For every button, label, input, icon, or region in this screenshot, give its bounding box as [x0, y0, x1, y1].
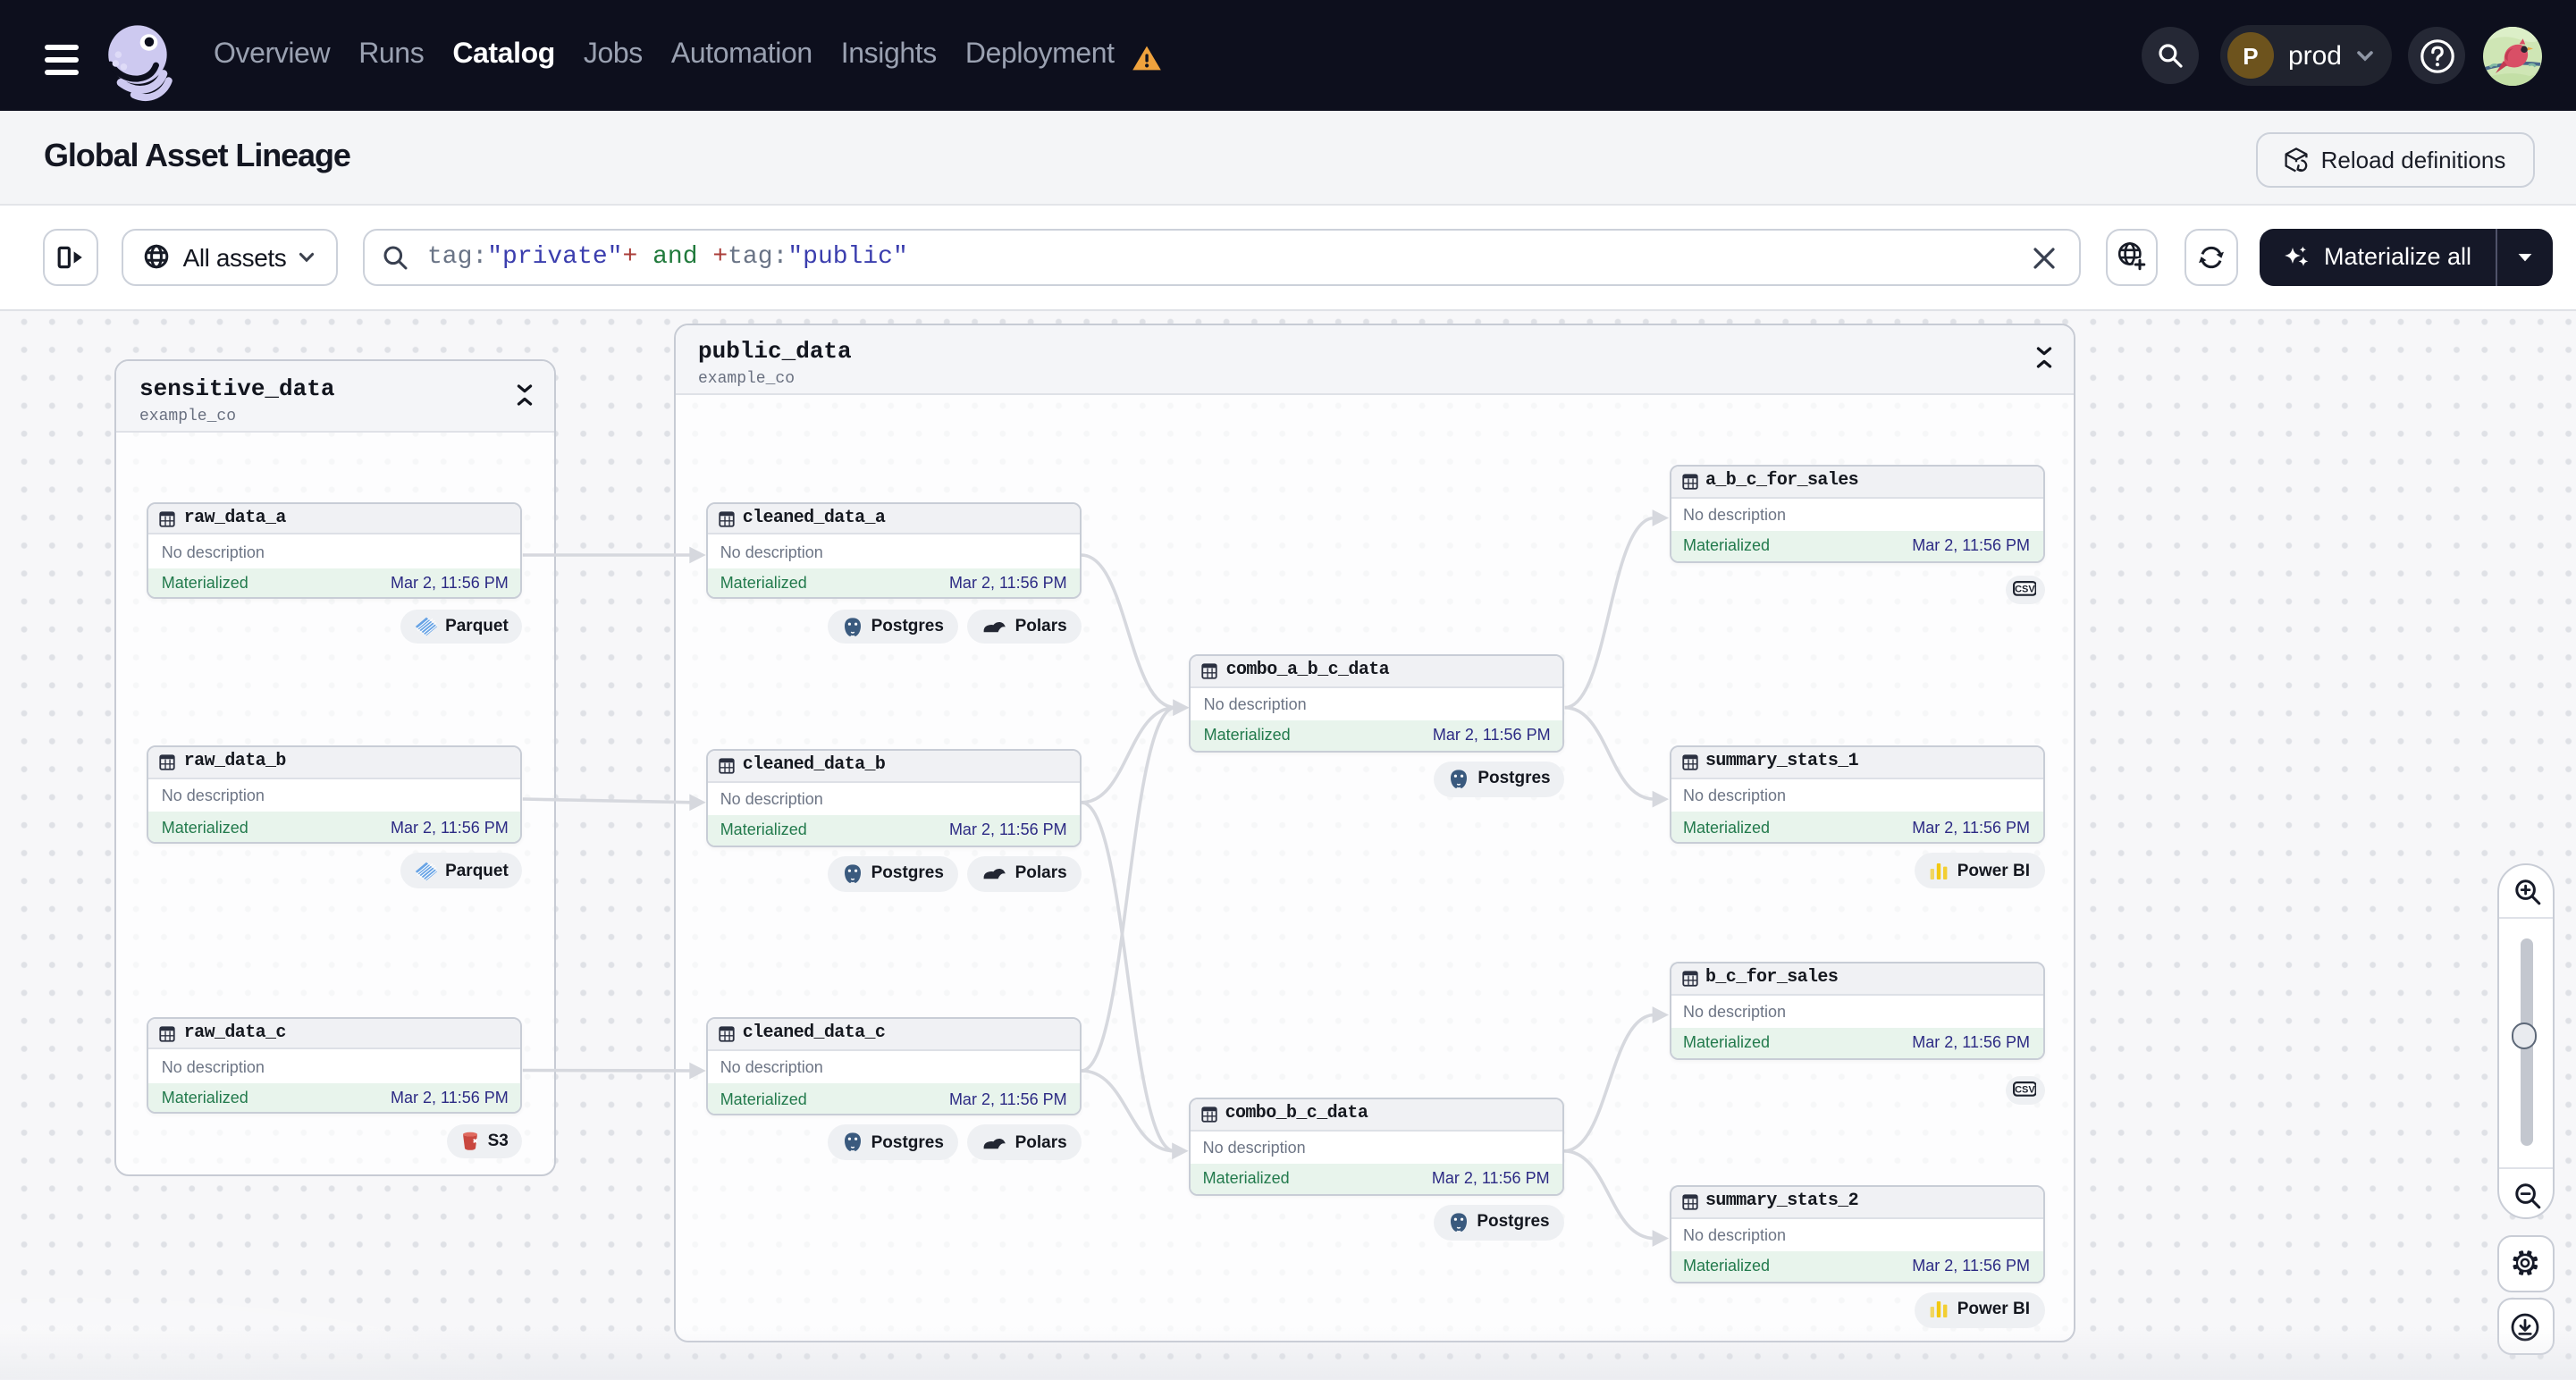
svg-text:CSV: CSV — [2015, 1085, 2035, 1096]
svg-text:CSV: CSV — [2015, 585, 2035, 595]
